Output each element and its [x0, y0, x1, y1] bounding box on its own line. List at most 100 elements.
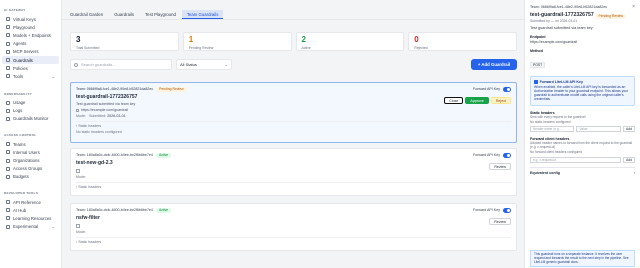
nav-icon: [6, 200, 10, 205]
sidebar-item-teams[interactable]: Teams: [2, 140, 59, 148]
review-button[interactable]: Review: [489, 218, 511, 225]
sidebar-item-label: MCP Servers: [13, 49, 39, 55]
static-headers-toggle[interactable]: › Static headers: [76, 181, 511, 189]
close-button[interactable]: Close: [444, 97, 464, 104]
guardrail-card-pending[interactable]: Team: 0666f9a8-fce1-48e2-90e8-b52821da82…: [70, 82, 517, 143]
header-name-input[interactable]: Header name (e.g. ...: [530, 126, 575, 133]
mode-label: Mode:: [76, 114, 86, 118]
chevron-down-icon: ⌄: [51, 224, 55, 230]
forward-key-box: Forward LiteLLM API Key When enabled, th…: [530, 76, 635, 106]
detail-description: Test guardrail submitted via team key: [530, 26, 593, 30]
search-input[interactable]: Search guardrails...: [70, 59, 172, 70]
reject-button[interactable]: Reject: [490, 97, 511, 104]
nav-icon: [6, 17, 10, 22]
forward-api-key-label: Forward API Key: [473, 208, 500, 213]
sidebar-item-guardrails-monitor[interactable]: Guardrails Monitor: [2, 115, 59, 123]
checkbox-icon[interactable]: [534, 80, 538, 84]
tab-guardrail-garden[interactable]: Guardrail Garden: [65, 10, 108, 19]
add-header-button[interactable]: Add: [622, 126, 636, 133]
sidebar-item-label: Experimental: [13, 224, 39, 230]
sidebar-section-title: OBSERVABILITY: [4, 91, 32, 96]
endpoint-value: https://example.com/guardrail: [530, 40, 578, 44]
sidebar-item-label: Budgets: [13, 174, 29, 180]
nav-icon: [6, 116, 10, 121]
forward-header-input[interactable]: e.g. x-request-id: [530, 157, 621, 164]
nav-icon: [6, 74, 10, 79]
forward-key-header[interactable]: Forward LiteLLM API Key: [534, 80, 631, 84]
forward-api-key-toggle[interactable]: [503, 153, 511, 158]
detail-status: Pending Review: [592, 4, 626, 22]
review-button[interactable]: Review: [489, 163, 511, 170]
equivalent-config-label: Equivalent config: [530, 171, 560, 176]
sidebar-item-ai-hub[interactable]: AI Hub: [2, 206, 59, 214]
link-icon: [76, 108, 79, 112]
forward-api-key-toggle[interactable]: [503, 87, 511, 92]
static-headers-note: No static headers configured: [76, 130, 122, 134]
card-checkbox[interactable]: [76, 169, 80, 173]
card-action-buttons: Close Approve Reject: [444, 97, 511, 104]
approve-button[interactable]: Approve: [465, 97, 489, 104]
guardrail-card[interactable]: Team: 180a8a0c-dcfc-4600-b4ee-be2f6b6be7…: [70, 148, 517, 196]
info-note: This guardrail runs on a separate instan…: [530, 250, 635, 268]
nav-icon: [6, 216, 10, 221]
static-headers-toggle[interactable]: › Static headers: [76, 121, 511, 128]
guardrail-card[interactable]: Team: 180a8a0c-dcfc-4600-b4ee-be2f6b6be7…: [70, 203, 517, 251]
sidebar-item-guardrails[interactable]: Guardrails: [2, 55, 59, 65]
card-actions: Forward API Key: [473, 153, 511, 158]
card-actions: Forward API Key: [473, 208, 511, 213]
sidebar-section-title: AI GATEWAY: [4, 8, 26, 12]
nav-icon: [6, 49, 10, 54]
status-filter-select[interactable]: All Status ⌄: [176, 59, 232, 70]
sidebar-item-agents[interactable]: Agents: [2, 40, 59, 48]
sidebar-item-experimental[interactable]: Experimental ⌄: [2, 223, 59, 231]
sidebar-item-internal-users[interactable]: Internal Users: [2, 148, 59, 156]
close-icon[interactable]: ×: [632, 4, 635, 10]
sidebar-item-api-reference[interactable]: API Reference: [2, 198, 59, 206]
endpoint-label: Endpoint: [530, 35, 546, 39]
tab-guardrails[interactable]: Guardrails: [109, 10, 139, 19]
card-team: Team: 0666f9a8-fce1-48e2-90e8-b52821da82…: [76, 87, 511, 92]
equivalent-config-toggle[interactable]: Equivalent config ›: [530, 167, 635, 175]
static-headers-none: No static headers configured: [530, 119, 571, 124]
static-headers-label: Static headers: [78, 184, 102, 189]
toolbar: Search guardrails... All Status ⌄ + Add …: [70, 59, 517, 70]
sidebar-item-logs[interactable]: Logs: [2, 107, 59, 115]
header-value-input[interactable]: Value: [576, 126, 621, 133]
nav-icon: [6, 58, 10, 63]
sidebar-item-budgets[interactable]: Budgets: [2, 173, 59, 181]
add-guardrail-button[interactable]: + Add Guardrail: [471, 59, 517, 70]
sidebar-item-organizations[interactable]: Organizations: [2, 156, 59, 164]
static-header-inputs: Header name (e.g. ... Value Add: [530, 126, 636, 133]
tab-test-playground[interactable]: Test Playground: [140, 10, 181, 19]
sidebar-item-usage[interactable]: Usage: [2, 99, 59, 107]
sidebar-item-mcp-servers[interactable]: MCP Servers: [2, 48, 59, 56]
tab-team-guardrails[interactable]: Team Guardrails: [181, 10, 224, 19]
status-badge: Active: [155, 153, 172, 158]
sidebar-item-label: Tools: [13, 73, 24, 79]
add-forward-header-button[interactable]: Add: [622, 157, 635, 164]
stat-label: Active: [301, 46, 311, 50]
nav-icon: [6, 174, 10, 179]
sidebar-item-models-endpoints[interactable]: Models + Endpoints: [2, 31, 59, 39]
detail-panel: × Team: 0666f9a8-fce1-48e2-90e8-b52821da…: [524, 0, 640, 268]
sidebar-item-policies[interactable]: Policies: [2, 64, 59, 72]
nav-icon: [6, 100, 10, 105]
sidebar-item-label: Usage: [13, 100, 26, 106]
sidebar-item-label: Organizations: [13, 158, 40, 164]
nav-icon: [6, 224, 10, 229]
card-name: test-new-gd-2.3: [76, 160, 113, 166]
card-checkbox[interactable]: [76, 224, 80, 228]
sidebar-item-access-groups[interactable]: Access Groups: [2, 165, 59, 173]
static-headers-label: Static headers: [78, 239, 102, 244]
sidebar-item-tools[interactable]: Tools ⌄: [2, 72, 59, 80]
sidebar-item-label: API Reference: [13, 199, 41, 205]
sidebar-item-learning-resources[interactable]: Learning Resources: [2, 214, 59, 222]
sidebar-item-virtual-keys[interactable]: Virtual Keys: [2, 15, 59, 23]
submitted-label: Submitted:: [89, 114, 107, 118]
static-headers-toggle[interactable]: › Static headers: [76, 236, 511, 244]
sidebar-item-playground[interactable]: Playground: [2, 23, 59, 31]
main-content: Guardrail Garden Guardrails Test Playgroun…: [62, 0, 524, 268]
forward-api-key-toggle[interactable]: [503, 208, 511, 213]
mode-label: Mode:: [76, 229, 86, 234]
